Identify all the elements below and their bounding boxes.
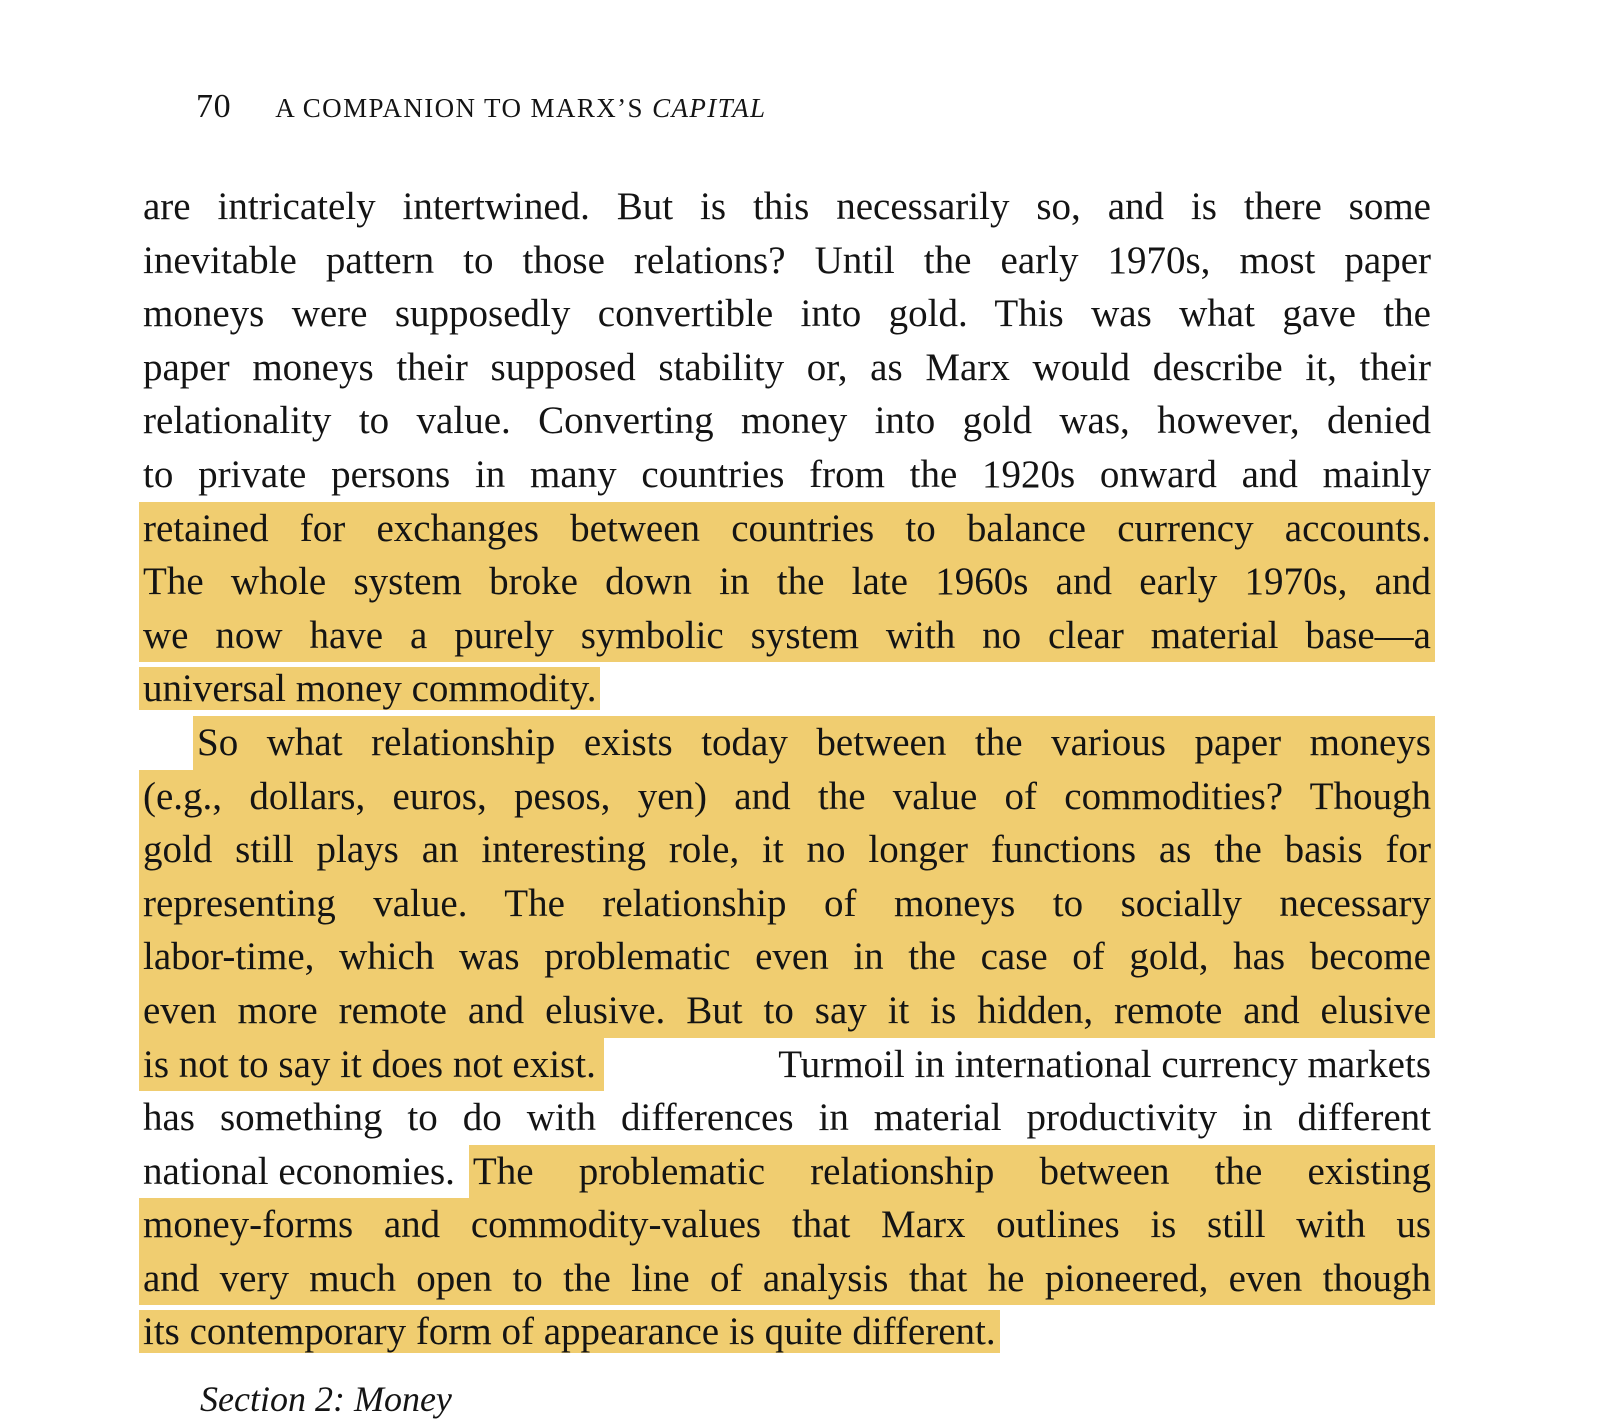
highlighted-line: and very much open to the line of analys… [139, 1251, 1435, 1306]
next-section-heading: Section 2: Money [200, 1379, 452, 1419]
text-line: moneys were supposedly convertible into … [143, 292, 1431, 336]
running-head: 70 A COMPANION TO MARX’S CAPITAL [196, 88, 766, 126]
book-title: A COMPANION TO MARX’S CAPITAL [275, 93, 766, 124]
text-line: to private persons in many countries fro… [143, 452, 1431, 496]
text-line: relationality to value. Converting money… [143, 399, 1431, 443]
highlight: is not to say it does not exist. [139, 1037, 604, 1092]
paragraph-start-line: So what relationship exists today betwee… [143, 715, 1435, 770]
highlighted-line: money-forms and commodity-values that Ma… [139, 1198, 1435, 1252]
highlighted-line: retained for exchanges between countries… [139, 501, 1435, 556]
book-title-italic: CAPITAL [652, 93, 767, 123]
text-segment: national economies. [143, 1149, 455, 1193]
book-title-prefix: A COMPANION TO MARX’S [275, 93, 653, 123]
text-line: paper moneys their supposed stability or… [143, 345, 1431, 389]
highlighted-line: even more remote and elusive. But to say… [139, 983, 1435, 1038]
page-number: 70 [196, 88, 232, 125]
highlighted-line: (e.g., dollars, euros, pesos, yen) and t… [139, 769, 1435, 824]
highlighted-line: The whole system broke down in the late … [139, 555, 1435, 609]
text-line: national economies. The problematic rela… [143, 1144, 1435, 1199]
text-line: is not to say it does not exist. Turmoil… [139, 1037, 1431, 1092]
text-segment: Turmoil in international currency market… [769, 1042, 1431, 1086]
text-line: inevitable pattern to those relations? U… [143, 238, 1431, 282]
highlight: its contemporary form of appearance is q… [139, 1310, 1000, 1354]
highlighted-line: representing value. The relationship of … [139, 876, 1435, 931]
highlighted-line: gold still plays an interesting role, it… [139, 823, 1435, 877]
highlighted-line: we now have a purely symbolic system wit… [139, 608, 1435, 663]
highlight: So what relationship exists today betwee… [193, 715, 1435, 770]
highlight: universal money commodity. [139, 667, 601, 711]
text-line: its contemporary form of appearance is q… [139, 1305, 1431, 1359]
body-text: are intricately intertwined. But is this… [139, 180, 1435, 1359]
highlight: The problematic relationship between the… [468, 1144, 1435, 1199]
text-line: are intricately intertwined. But is this… [143, 185, 1431, 228]
text-line: has something to do with differences in … [143, 1096, 1431, 1140]
highlighted-line: labor-time, which was problematic even i… [139, 930, 1435, 984]
text-line: universal money commodity. [139, 662, 1431, 716]
